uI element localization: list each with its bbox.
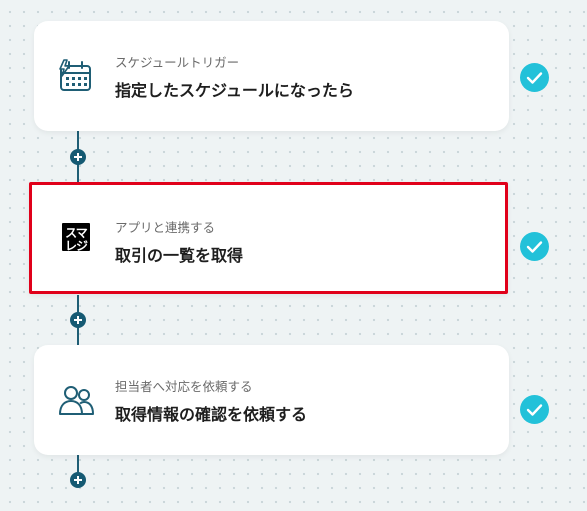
add-step-button[interactable] xyxy=(70,149,86,165)
check-icon xyxy=(520,395,549,424)
step-title: 指定したスケジュールになったら xyxy=(115,81,354,100)
add-step-button[interactable] xyxy=(70,312,86,328)
workflow-canvas: スケジュールトリガー 指定したスケジュールになったら スマ レジ アプリと連携す… xyxy=(0,0,587,511)
flow-step-card-app-integration[interactable]: スマ レジ アプリと連携する 取引の一覧を取得 xyxy=(29,182,508,294)
flow-step-card-schedule-trigger[interactable]: スケジュールトリガー 指定したスケジュールになったら xyxy=(34,21,509,131)
step-title: 取得情報の確認を依頼する xyxy=(115,405,308,424)
check-icon xyxy=(520,232,549,261)
check-icon xyxy=(520,63,549,92)
step-subtitle: スケジュールトリガー xyxy=(115,55,240,70)
logo-line: レジ xyxy=(64,239,88,253)
add-step-button[interactable] xyxy=(70,472,86,488)
step-title: 取引の一覧を取得 xyxy=(115,246,244,265)
calendar-lightning-icon xyxy=(58,58,94,94)
step-subtitle: アプリと連携する xyxy=(115,220,216,235)
step-subtitle: 担当者へ対応を依頼する xyxy=(115,379,253,394)
smaregi-logo: スマ レジ xyxy=(62,223,90,253)
users-icon xyxy=(58,382,94,418)
flow-step-card-request-assignee[interactable]: 担当者へ対応を依頼する 取得情報の確認を依頼する xyxy=(34,345,509,455)
